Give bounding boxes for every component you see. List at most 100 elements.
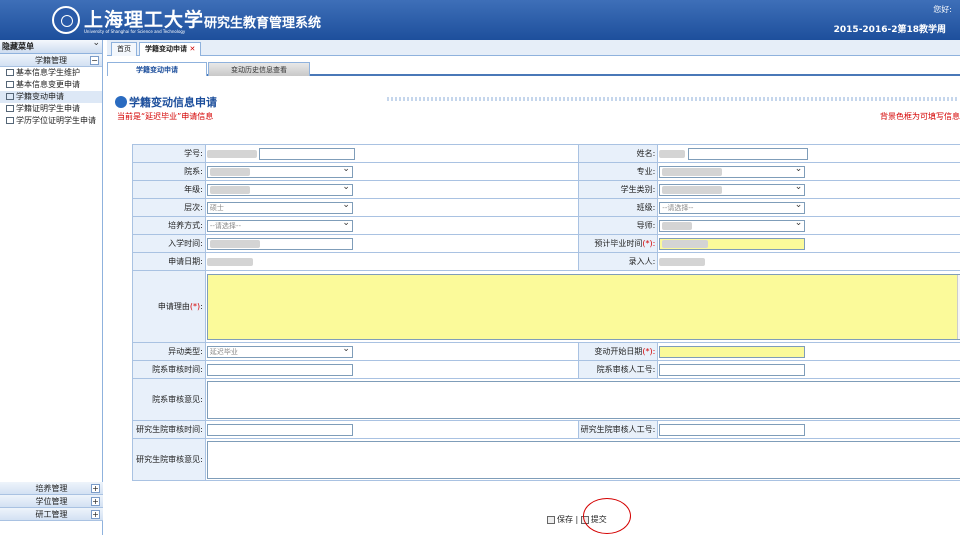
enroll-value xyxy=(209,239,260,248)
section-label: 学位管理 xyxy=(35,497,68,506)
label-gs-opinion: 研究生院审核意见: xyxy=(132,438,206,481)
tab-label: 首页 xyxy=(117,45,131,53)
sidebar-section-degree[interactable]: 学位管理 + xyxy=(0,495,103,508)
sidebar-item-degree-cert[interactable]: 学历学位证明学生申请 xyxy=(0,115,102,127)
gs-reviewer-field[interactable] xyxy=(659,423,806,436)
student-no-field[interactable] xyxy=(259,147,356,160)
cell-major xyxy=(657,162,960,181)
expand-icon[interactable]: + xyxy=(91,510,100,519)
cell-change-date xyxy=(657,342,960,361)
label-change-date: 变动开始日期(*): xyxy=(578,342,659,361)
tab-home[interactable]: 首页 xyxy=(111,42,137,56)
label-entry-person: 录入人: xyxy=(578,252,659,271)
dept-value xyxy=(209,167,250,176)
label-text: 姓名: xyxy=(636,149,656,158)
document-icon xyxy=(6,105,14,112)
label-text: 入学时间: xyxy=(168,239,203,248)
training-select[interactable]: --请选择-- xyxy=(206,218,353,232)
label-text: 院系: xyxy=(184,167,203,176)
sidebar-item-label: 基本信息学生维护 xyxy=(16,68,80,77)
expand-icon[interactable]: + xyxy=(91,497,100,506)
expand-icon[interactable]: + xyxy=(91,484,100,493)
section-title-text: 学籍变动信息申请 xyxy=(129,96,217,109)
cell-expected-grad xyxy=(657,234,960,253)
level-value: 硕士 xyxy=(209,203,224,212)
label-expected-grad: 预计毕业时间(*): xyxy=(578,234,659,253)
label-gs-reviewer: 研究生院审核人工号: xyxy=(578,420,659,439)
label-enroll: 入学时间: xyxy=(132,234,206,253)
save-button[interactable]: 保存 xyxy=(547,514,573,525)
cell-dept-review-time xyxy=(204,360,580,379)
label-text: 导师: xyxy=(636,221,656,230)
label-dept-reviewer: 院系审核人工号: xyxy=(578,360,659,379)
cell-gs-opinion xyxy=(204,438,960,481)
cell-level: 硕士 xyxy=(204,198,580,217)
label-text: 年级: xyxy=(184,185,203,194)
label-apply-date: 申请日期: xyxy=(132,252,206,271)
gs-opinion-textarea[interactable] xyxy=(206,440,960,479)
label-student-type: 学生类别: xyxy=(578,180,659,199)
sidebar-section-training[interactable]: 培养管理 + xyxy=(0,482,103,495)
save-icon xyxy=(547,515,555,524)
enroll-date-field[interactable] xyxy=(206,237,353,250)
tutor-select[interactable] xyxy=(659,218,806,232)
sidebar-item-status-change[interactable]: 学籍变动申请 xyxy=(0,91,102,103)
class-placeholder: --请选择-- xyxy=(662,203,694,212)
sidebar-item-basic-info[interactable]: 基本信息学生维护 xyxy=(0,67,102,79)
apply-date-value xyxy=(206,257,253,266)
greeting: 您好: xyxy=(933,5,952,14)
tab-status-change[interactable]: 学籍变动申请 ✕ xyxy=(139,42,202,56)
student-type-select[interactable] xyxy=(659,182,806,196)
dept-review-time-field[interactable] xyxy=(206,363,353,376)
tab-apply[interactable]: 学籍变动申请 xyxy=(107,62,207,76)
cell-change-type: 延迟毕业 xyxy=(204,342,580,361)
university-name: 上海理工大学 xyxy=(84,9,205,31)
label-text: 院系审核时间: xyxy=(152,365,203,374)
tab-history[interactable]: 变动历史信息查看 xyxy=(208,62,310,76)
sidebar-section-student-status[interactable]: 学籍管理 − xyxy=(0,54,102,67)
reason-textarea[interactable]: ︿﹀ xyxy=(206,273,960,340)
class-select[interactable]: --请选择-- xyxy=(659,200,806,214)
university-logo xyxy=(52,6,80,34)
label-student-no: 学号: xyxy=(132,144,206,163)
level-select[interactable]: 硕士 xyxy=(206,200,353,214)
sidebar-item-label: 学籍证明学生申请 xyxy=(16,104,80,113)
label-text: 研究生院审核意见: xyxy=(136,455,203,464)
label-dept: 院系: xyxy=(132,162,206,181)
dept-reviewer-field[interactable] xyxy=(659,363,806,376)
label-text: 录入人: xyxy=(628,257,656,266)
section-label: 培养管理 xyxy=(35,484,68,493)
page-tabs: 首页 学籍变动申请 ✕ xyxy=(107,40,960,56)
label-text: 申请日期: xyxy=(168,257,203,266)
expected-grad-field[interactable] xyxy=(659,237,806,250)
label-major: 专业: xyxy=(578,162,659,181)
collapse-icon[interactable]: − xyxy=(90,56,99,65)
gs-review-time-field[interactable] xyxy=(206,423,353,436)
label-name: 姓名: xyxy=(578,144,659,163)
cell-dept-reviewer xyxy=(657,360,960,379)
label-text: 院系审核意见: xyxy=(152,395,203,404)
cell-gs-reviewer xyxy=(657,420,960,439)
dept-select[interactable] xyxy=(206,164,353,178)
name-field[interactable] xyxy=(687,147,808,160)
sidebar-item-info-change[interactable]: 基本信息变更申请 xyxy=(0,79,102,91)
change-type-select[interactable]: 延迟毕业 xyxy=(206,344,353,358)
application-form: 学号: 姓名: 院系: 专业: 年级: 学生类别: 层次: 硕士 班级: --请… xyxy=(132,144,960,481)
label-text: 学生类别: xyxy=(620,185,656,194)
close-icon[interactable]: ✕ xyxy=(189,45,195,53)
sidebar-item-label: 学历学位证明学生申请 xyxy=(16,116,96,125)
change-date-field[interactable] xyxy=(659,345,806,358)
sidebar-section-work[interactable]: 研工管理 + xyxy=(0,508,103,521)
section-label: 学籍管理 xyxy=(35,56,67,65)
sub-tabs: 学籍变动申请 变动历史信息查看 xyxy=(107,62,960,76)
label-text: 研究生院审核人工号: xyxy=(580,425,656,434)
grade-select[interactable] xyxy=(206,182,353,196)
major-select[interactable] xyxy=(659,164,806,178)
hide-menu-button[interactable]: 隐藏菜单 xyxy=(0,40,102,54)
cell-student-no xyxy=(204,144,580,163)
sidebar-item-status-cert[interactable]: 学籍证明学生申请 xyxy=(0,103,102,115)
document-icon xyxy=(6,93,14,100)
label-text: 专业: xyxy=(636,167,656,176)
dept-opinion-textarea[interactable] xyxy=(206,380,960,419)
cell-apply-date xyxy=(204,252,580,271)
